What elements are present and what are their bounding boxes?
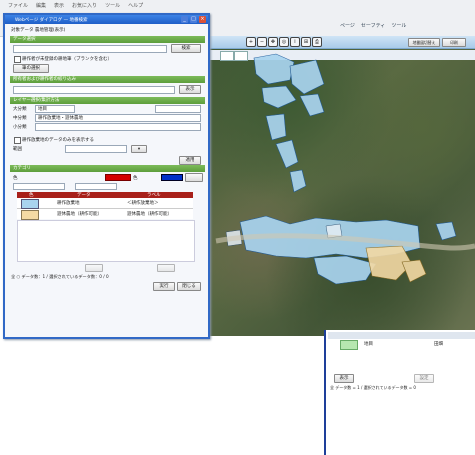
- range-label: 範囲: [13, 147, 22, 152]
- legend-swatch: [21, 210, 39, 220]
- select-parcel-button[interactable]: 筆の選択: [13, 64, 49, 73]
- unregistered-label: 耕作者が未登録の耕地筆（ブランクを含む）: [22, 57, 112, 62]
- maximize-icon[interactable]: □: [190, 16, 197, 23]
- page-menu-button[interactable]: ページ: [340, 22, 355, 29]
- panel-left-border: [324, 330, 326, 455]
- class-a-value: 地目: [38, 107, 47, 112]
- blue-swatch[interactable]: [161, 174, 183, 181]
- menu-help[interactable]: ヘルプ: [128, 2, 143, 10]
- category-input-a[interactable]: [13, 183, 65, 190]
- legend-name: 耕作放棄地: [57, 201, 80, 206]
- class-a-label: 大分類: [13, 107, 27, 112]
- minimize-icon[interactable]: _: [181, 16, 188, 23]
- lower-cell-a: 地目: [364, 342, 373, 347]
- lower-panel-header: [328, 332, 475, 339]
- apply-button[interactable]: 適用: [179, 156, 201, 165]
- search-button[interactable]: 検索: [171, 44, 201, 53]
- close-button[interactable]: 閉じる: [177, 282, 201, 291]
- menu-tools[interactable]: ツール: [105, 2, 120, 10]
- legend-empty-area: [17, 220, 195, 262]
- color-a-label: 色: [13, 176, 18, 181]
- search-dialog: Webページ ダイアログ — 地番検索 _ □ × 対象データ 農地管理(表示)…: [3, 13, 210, 339]
- section-data-selection: データ選択: [10, 36, 205, 43]
- owner-filter-input[interactable]: [13, 86, 175, 94]
- browser-menu-bar: ファイル 編集 表示 お気に入り ツール ヘルプ: [8, 2, 143, 10]
- lower-color-swatch: [340, 340, 358, 350]
- class-b-label: 中分類: [13, 116, 27, 121]
- range-dropdown-button[interactable]: ▾: [131, 145, 147, 153]
- lower-show-button[interactable]: 表示: [334, 374, 354, 383]
- go-button[interactable]: 表示: [179, 85, 201, 94]
- data-select-dropdown[interactable]: [13, 45, 167, 53]
- unregistered-checkbox[interactable]: [14, 56, 21, 63]
- move-up-button[interactable]: [85, 264, 103, 272]
- menu-file[interactable]: ファイル: [8, 2, 28, 10]
- execute-button[interactable]: 実行: [153, 282, 175, 291]
- dialog-title: Webページ ダイアログ — 地番検索: [15, 18, 88, 23]
- section-owner-filter: 所有者および耕作者の絞り込み: [10, 76, 205, 83]
- dialog-footer-status: 全 ○ データ数：1 / 選択されているデータ数：0 / 0: [11, 274, 109, 279]
- aggregation-dropdown[interactable]: [155, 105, 201, 113]
- class-a-dropdown[interactable]: 地目: [35, 105, 75, 113]
- legend-swatch: [21, 199, 39, 209]
- safety-menu-button[interactable]: セーフティ: [361, 22, 385, 29]
- legend-label: 遊休農地（耕作可能）: [127, 212, 172, 217]
- menu-edit[interactable]: 編集: [36, 2, 46, 10]
- legend-row[interactable]: 遊休農地（耕作可能） 遊休農地（耕作可能）: [17, 209, 193, 220]
- browser-command-bar: ページ セーフティ ツール: [340, 22, 406, 29]
- parcel-overlay: [215, 53, 475, 285]
- class-b-dropdown[interactable]: 耕作放棄地・遊休農地: [35, 114, 201, 122]
- class-b-value: 耕作放棄地・遊休農地: [38, 116, 83, 121]
- abandoned-only-label: 耕作放棄地のデータのみを表示する: [22, 138, 94, 143]
- section-category: カテゴリ: [10, 165, 205, 172]
- set-color-button[interactable]: [185, 173, 203, 182]
- move-down-button[interactable]: [157, 264, 175, 272]
- color-b-label: 色: [133, 176, 138, 181]
- target-data-label: 対象データ 農地管理(表示): [11, 28, 66, 33]
- map-view[interactable]: + − ✥ ◎ i ⊞ ⎙ 地番図切替え 印刷: [206, 36, 475, 336]
- lower-footer-status: 全 データ数 = 1 / 選択されているデータ数 = 0: [330, 385, 416, 390]
- class-c-dropdown[interactable]: [35, 123, 201, 131]
- range-input[interactable]: [65, 145, 127, 153]
- legend-label: ＜耕作放棄地＞: [127, 201, 159, 206]
- lower-cell-b: 田畑: [434, 342, 443, 347]
- menu-favorites[interactable]: お気に入り: [72, 2, 97, 10]
- class-c-label: 小分類: [13, 125, 27, 130]
- section-layer-select: レイヤー選択/集計方法: [10, 97, 205, 104]
- lower-data-panel: 地目 田畑 表示 設定 全 データ数 = 1 / 選択されているデータ数 = 0: [324, 330, 475, 455]
- legend-row[interactable]: 耕作放棄地 ＜耕作放棄地＞: [17, 198, 193, 209]
- abandoned-only-checkbox[interactable]: [14, 137, 21, 144]
- dialog-titlebar: Webページ ダイアログ — 地番検索 _ □ ×: [5, 15, 208, 24]
- tools-menu-button[interactable]: ツール: [391, 22, 406, 29]
- legend-name: 遊休農地（耕作可能）: [57, 212, 102, 217]
- red-swatch[interactable]: [105, 174, 131, 181]
- category-input-b[interactable]: [75, 183, 117, 190]
- lower-settings-button[interactable]: 設定: [414, 374, 434, 383]
- close-icon[interactable]: ×: [199, 16, 206, 23]
- menu-view[interactable]: 表示: [54, 2, 64, 10]
